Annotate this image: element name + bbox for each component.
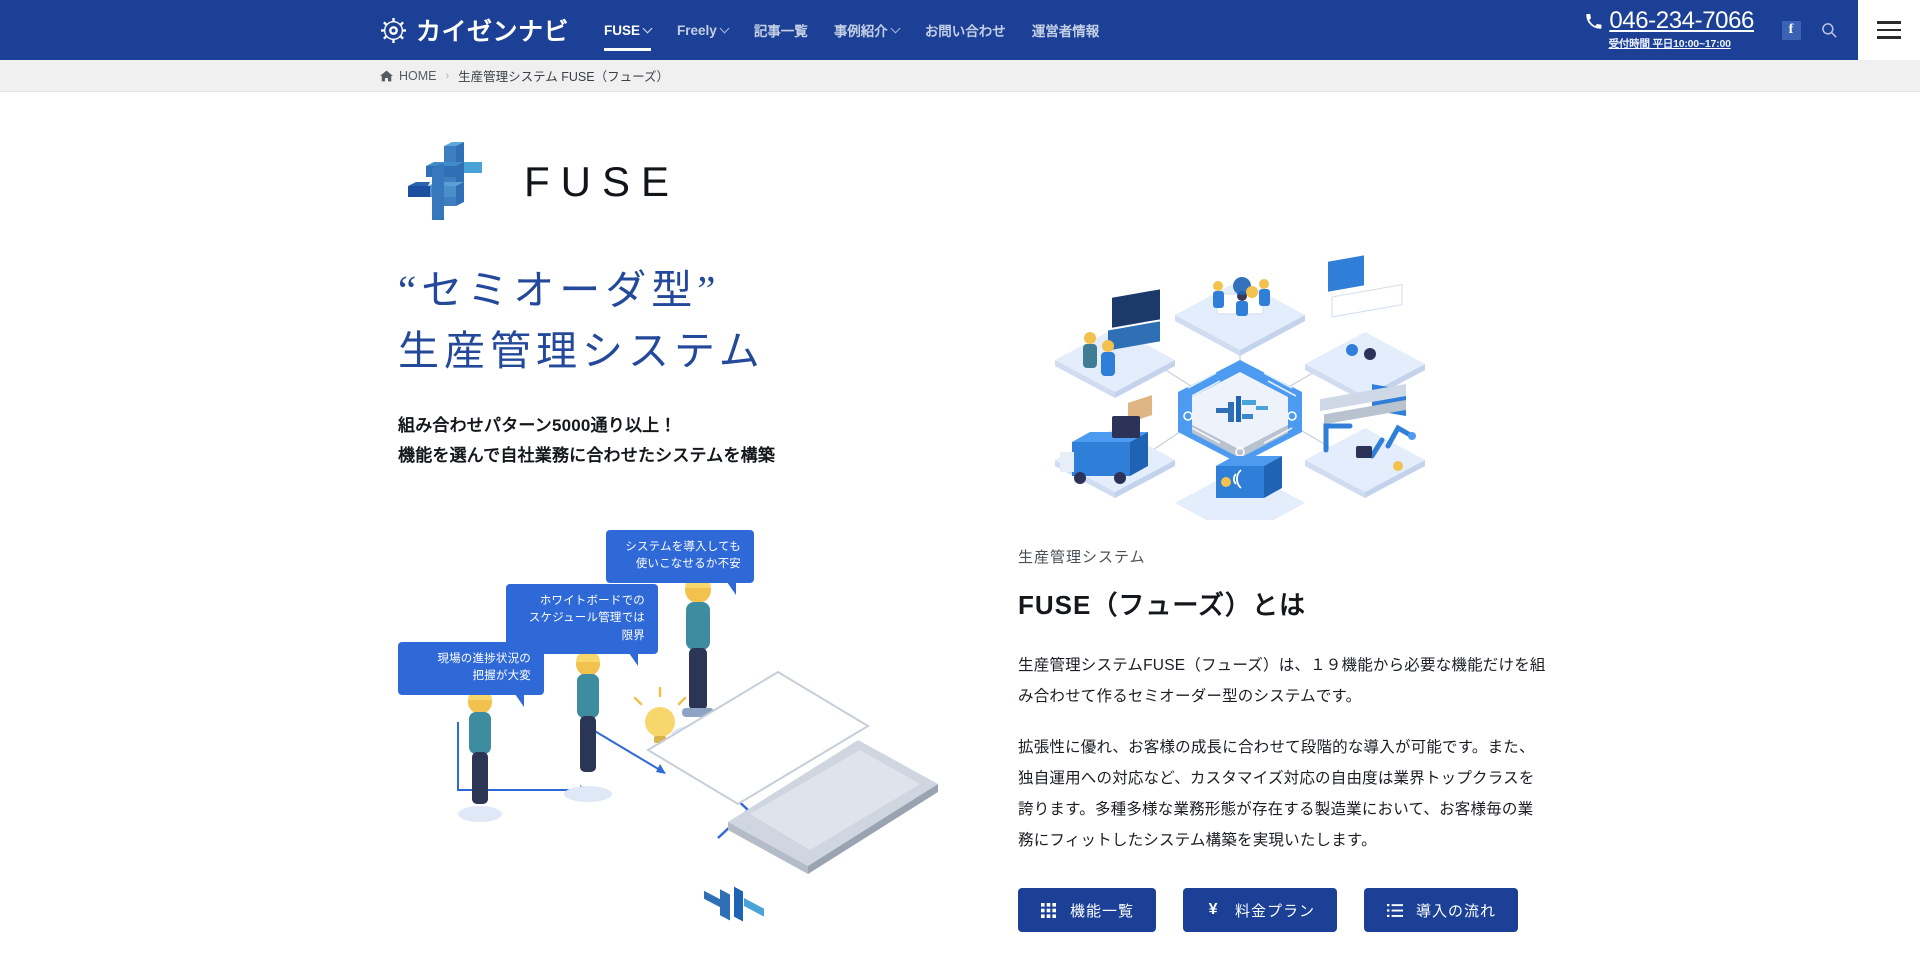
header-inner: カイゼンナビ FUSE Freely 記事一覧 事例紹介 お問い合わせ 運営者情… xyxy=(0,0,1920,60)
header-right-tools: 046-234-7066 受付時間 平日10:00~17:00 f xyxy=(1585,0,1920,60)
nav-label: FUSE xyxy=(604,22,641,38)
home-icon xyxy=(380,70,393,82)
phone-icon xyxy=(1585,13,1602,30)
speech-bubble-3: 現場の進捗状況の 把握が大変 xyxy=(398,642,544,707)
nav-item-case-studies[interactable]: 事例紹介 xyxy=(821,0,912,60)
fuse-wordmark: FUSE xyxy=(524,158,681,205)
section-eyebrow: 生産管理システム xyxy=(1018,549,1146,566)
brand-name: カイゼンナビ xyxy=(416,18,570,46)
hamburger-bar xyxy=(1877,21,1901,24)
breadcrumb-bar: HOME › 生産管理システム FUSE（フューズ） xyxy=(0,60,1920,92)
nav-item-operator-info[interactable]: 運営者情報 xyxy=(1019,0,1113,60)
nav-label: お問い合わせ xyxy=(924,24,1006,39)
chevron-down-icon xyxy=(642,23,653,33)
phone-contact[interactable]: 046-234-7066 受付時間 平日10:00~17:00 xyxy=(1585,0,1772,60)
intro-text-column: 生産管理システム FUSE（フューズ）とは 生産管理システムFUSE（フューズ）… xyxy=(1018,522,1548,942)
nav-label: 事例紹介 xyxy=(833,24,888,39)
phone-number: 046-234-7066 xyxy=(1609,7,1754,34)
phone-line: 046-234-7066 xyxy=(1585,9,1754,33)
breadcrumb-home-label: HOME xyxy=(399,68,437,83)
nav-item-contact[interactable]: お問い合わせ xyxy=(912,0,1019,60)
chevron-down-icon xyxy=(719,23,730,33)
gear-icon xyxy=(380,17,407,44)
phone-hours: 受付時間 平日10:00~17:00 xyxy=(1608,38,1731,50)
hero-subtitle-line-1: 組み合わせパターン5000通り以上！ xyxy=(398,416,677,436)
fuse-logo-row: FUSE xyxy=(398,140,918,224)
cta-button-row: 機能一覧 ¥ 料金プラン 導入の流れ xyxy=(1018,888,1548,932)
hamburger-bar xyxy=(1877,36,1901,39)
implementation-flow-button[interactable]: 導入の流れ xyxy=(1364,888,1519,932)
site-header: カイゼンナビ FUSE Freely 記事一覧 事例紹介 お問い合わせ 運営者情… xyxy=(0,0,1920,60)
nav-label: 運営者情報 xyxy=(1031,24,1100,39)
hero-title-line-2: 生産管理システム xyxy=(398,327,765,374)
hero-title: “セミオーダ型” 生産管理システム xyxy=(398,260,918,381)
yen-icon: ¥ xyxy=(1208,901,1219,918)
fuse-intro-section: システムを導入しても 使いこなせるか不安 ホワイトボードでの スケジュール管理で… xyxy=(0,522,1920,932)
hero-subtitle: 組み合わせパターン5000通り以上！ 機能を選んで自社業務に合わせたシステムを構… xyxy=(398,411,918,469)
pricing-plan-button[interactable]: ¥ 料金プラン xyxy=(1183,888,1338,932)
breadcrumb-separator: › xyxy=(445,69,450,82)
list-ordered-icon xyxy=(1386,902,1403,919)
nav-item-freely[interactable]: Freely xyxy=(664,0,741,60)
intro-grid: システムを導入しても 使いこなせるか不安 ホワイトボードでの スケジュール管理で… xyxy=(398,522,1548,942)
nav-label: 記事一覧 xyxy=(753,24,808,39)
facebook-link[interactable]: f xyxy=(1772,0,1810,60)
hero-illustration xyxy=(1020,220,1460,538)
hero-subtitle-line-2: 機能を選んで自社業務に合わせたシステムを構築 xyxy=(398,445,776,465)
search-icon xyxy=(1820,21,1838,39)
button-label: 導入の流れ xyxy=(1416,902,1497,920)
section-title: FUSE（フューズ）とは xyxy=(1018,590,1307,620)
breadcrumb-home-link[interactable]: HOME xyxy=(380,69,437,83)
main-navigation: FUSE Freely 記事一覧 事例紹介 お問い合わせ 運営者情報 xyxy=(591,0,1112,60)
nav-item-articles[interactable]: 記事一覧 xyxy=(741,0,821,60)
button-label: 機能一覧 xyxy=(1070,902,1135,920)
hamburger-bar xyxy=(1877,28,1901,32)
search-button[interactable] xyxy=(1810,0,1848,60)
intro-paragraph-2: 拡張性に優れ、お客様の成長に合わせて段階的な導入が可能です。また、独自運用への対… xyxy=(1018,739,1535,849)
speech-bubble-1: システムを導入しても 使いこなせるか不安 xyxy=(606,530,754,595)
breadcrumb-current-page: 生産管理システム FUSE（フューズ） xyxy=(458,70,669,84)
hamburger-menu-button[interactable] xyxy=(1858,0,1920,60)
site-logo-link[interactable]: カイゼンナビ xyxy=(380,12,569,48)
features-list-button[interactable]: 機能一覧 xyxy=(1018,888,1157,932)
hero-text-block: FUSE “セミオーダ型” 生産管理システム 組み合わせパターン5000通り以上… xyxy=(398,140,918,470)
breadcrumb: HOME › 生産管理システム FUSE（フューズ） xyxy=(380,66,669,85)
button-label: 料金プラン xyxy=(1235,902,1316,920)
fuse-logo-mark-icon xyxy=(398,140,498,224)
facebook-icon: f xyxy=(1781,20,1801,40)
nav-item-fuse[interactable]: FUSE xyxy=(591,0,664,60)
nav-label: Freely xyxy=(677,22,717,38)
hero-title-line-1: “セミオーダ型” xyxy=(398,267,721,313)
hero-section: FUSE “セミオーダ型” 生産管理システム 組み合わせパターン5000通り以上… xyxy=(0,92,1920,538)
intro-paragraph-1: 生産管理システムFUSE（フューズ）は、１９機能から必要な機能だけを組み合わせて… xyxy=(1018,657,1546,705)
grid-icon xyxy=(1040,902,1057,919)
problems-illustration: システムを導入しても 使いこなせるか不安 ホワイトボードでの スケジュール管理で… xyxy=(398,522,958,942)
chevron-down-icon xyxy=(890,23,901,33)
